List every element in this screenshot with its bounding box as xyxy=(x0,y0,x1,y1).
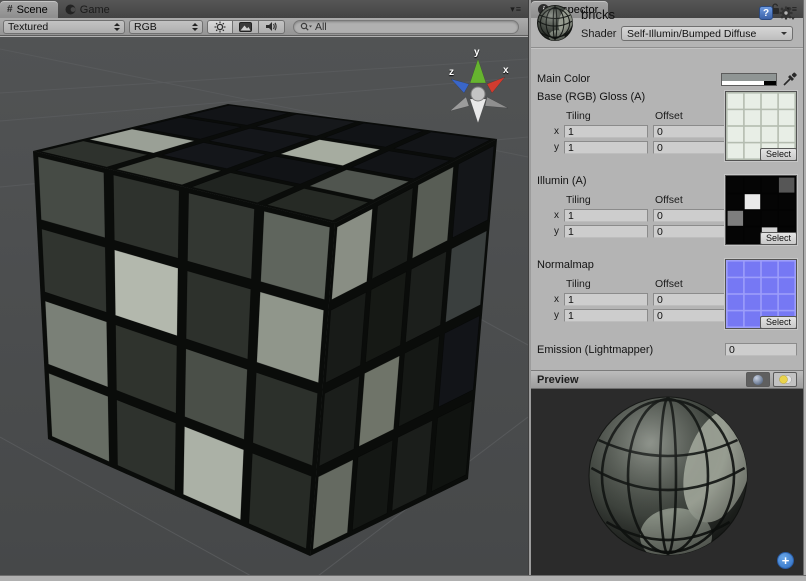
speaker-icon xyxy=(265,21,278,32)
main-color-row: Main Color xyxy=(537,71,797,87)
texture-section-illumin: Illumin (A) Tiling Offset x y Select xyxy=(537,175,797,245)
preview-panel: Preview + xyxy=(531,370,803,575)
scene-pane-menu-icon[interactable]: ▾≡ xyxy=(504,4,528,15)
scene-tabbar: # Scene Game ▾≡ xyxy=(0,0,528,18)
shader-dropdown[interactable]: Self-Illumin/Bumped Diffuse xyxy=(621,26,793,41)
normalmap-texture-thumbnail[interactable]: Select xyxy=(725,259,797,329)
tiling-header: Tiling xyxy=(564,278,648,290)
scene-view-toggles xyxy=(207,20,285,34)
offset-header: Offset xyxy=(653,278,731,290)
preview-canvas[interactable]: + xyxy=(531,389,803,575)
scene-3d-canvas[interactable]: y x z xyxy=(0,37,528,575)
sphere-icon xyxy=(752,374,764,386)
window-edge-bottom[interactable] xyxy=(0,575,806,581)
x-axis-label: x xyxy=(549,126,559,137)
sun-icon xyxy=(214,21,226,33)
inspector-pane: i Inspector ▾≡ bricks ? xyxy=(531,0,803,575)
normalmap-select-button[interactable]: Select xyxy=(760,316,797,329)
texture-section-base: Base (RGB) Gloss (A) Tiling Offset x y S… xyxy=(537,91,797,161)
material-name: bricks xyxy=(581,7,615,22)
tiling-header: Tiling xyxy=(564,194,648,206)
preview-sphere-button[interactable] xyxy=(746,372,770,387)
shader-value: Self-Illumin/Bumped Diffuse xyxy=(627,28,781,40)
y-axis-label: y xyxy=(549,226,559,237)
game-icon xyxy=(65,4,76,15)
tab-game[interactable]: Game xyxy=(58,1,120,18)
image-icon xyxy=(239,22,252,32)
offset-header: Offset xyxy=(653,110,731,122)
preview-sphere xyxy=(531,389,803,575)
shader-label: Shader xyxy=(581,28,621,40)
scene-pane: # Scene Game ▾≡ Textured RGB xyxy=(0,0,528,575)
illumin-select-button[interactable]: Select xyxy=(760,232,797,245)
render-mode-dropdown[interactable]: RGB xyxy=(129,20,203,34)
tab-scene[interactable]: # Scene xyxy=(0,1,58,18)
eyedropper-icon[interactable] xyxy=(782,72,797,87)
updown-arrows-icon xyxy=(114,20,120,34)
add-preview-icon[interactable]: + xyxy=(777,552,794,569)
material-header: bricks ? S xyxy=(531,0,803,48)
draw-mode-dropdown[interactable]: Textured xyxy=(3,20,125,34)
base-tiling-x-field[interactable] xyxy=(564,125,648,138)
scene-grid-icon: # xyxy=(7,4,13,15)
illumin-offset-x-field[interactable] xyxy=(653,209,731,222)
scene-toolbar: Textured RGB xyxy=(0,18,528,36)
render-mode-value: RGB xyxy=(134,21,188,33)
normal-tiling-y-field[interactable] xyxy=(564,309,648,322)
normal-tiling-x-field[interactable] xyxy=(564,293,648,306)
y-axis-label: y xyxy=(549,142,559,153)
search-icon xyxy=(300,22,312,32)
x-axis-label: x xyxy=(549,210,559,221)
svg-text:y: y xyxy=(474,47,480,58)
material-properties: Main Color Base (RGB) Gloss (A) xyxy=(531,67,803,356)
alpha-bar xyxy=(722,81,776,85)
emission-label: Emission (Lightmapper) xyxy=(537,344,725,356)
gear-icon[interactable] xyxy=(779,6,795,20)
emission-field[interactable] xyxy=(725,343,797,356)
base-texture-thumbnail[interactable]: Select xyxy=(725,91,797,161)
emission-row: Emission (Lightmapper) xyxy=(537,343,797,356)
normal-offset-y-field[interactable] xyxy=(653,309,731,322)
preview-title: Preview xyxy=(537,374,743,386)
scene-search-input[interactable] xyxy=(312,21,512,33)
audio-toggle-button[interactable] xyxy=(259,20,285,34)
chevron-down-icon xyxy=(781,32,787,38)
tab-scene-label: Scene xyxy=(17,4,48,16)
material-sphere-thumbnail[interactable] xyxy=(536,4,574,42)
lighting-icon xyxy=(778,374,793,385)
base-tiling-y-field[interactable] xyxy=(564,141,648,154)
base-offset-x-field[interactable] xyxy=(653,125,731,138)
illumin-offset-y-field[interactable] xyxy=(653,225,731,238)
color-value xyxy=(722,74,776,81)
svg-text:x: x xyxy=(503,65,509,76)
scene-search-field[interactable] xyxy=(293,20,519,34)
svg-text:z: z xyxy=(449,67,454,78)
illumin-tiling-x-field[interactable] xyxy=(564,209,648,222)
updown-arrows-icon xyxy=(192,20,198,34)
y-axis-label: y xyxy=(549,310,559,321)
preview-header[interactable]: Preview xyxy=(531,370,803,389)
normal-offset-x-field[interactable] xyxy=(653,293,731,306)
main-color-label: Main Color xyxy=(537,73,721,85)
texture-section-normalmap: Normalmap Tiling Offset x y Select xyxy=(537,259,797,329)
help-icon[interactable]: ? xyxy=(759,6,773,20)
base-select-button[interactable]: Select xyxy=(760,148,797,161)
skybox-toggle-button[interactable] xyxy=(233,20,259,34)
draw-mode-value: Textured xyxy=(8,21,110,33)
lighting-toggle-button[interactable] xyxy=(207,20,233,34)
main-color-swatch[interactable] xyxy=(721,73,777,86)
scene-viewport[interactable]: y x z xyxy=(0,37,528,575)
illumin-texture-thumbnail[interactable]: Select xyxy=(725,175,797,245)
base-offset-y-field[interactable] xyxy=(653,141,731,154)
illumin-tiling-y-field[interactable] xyxy=(564,225,648,238)
offset-header: Offset xyxy=(653,194,731,206)
tiling-header: Tiling xyxy=(564,110,648,122)
x-axis-label: x xyxy=(549,294,559,305)
unity-editor-window: # Scene Game ▾≡ Textured RGB xyxy=(0,0,806,581)
tab-game-label: Game xyxy=(80,4,110,16)
preview-lighting-button[interactable] xyxy=(773,372,797,387)
